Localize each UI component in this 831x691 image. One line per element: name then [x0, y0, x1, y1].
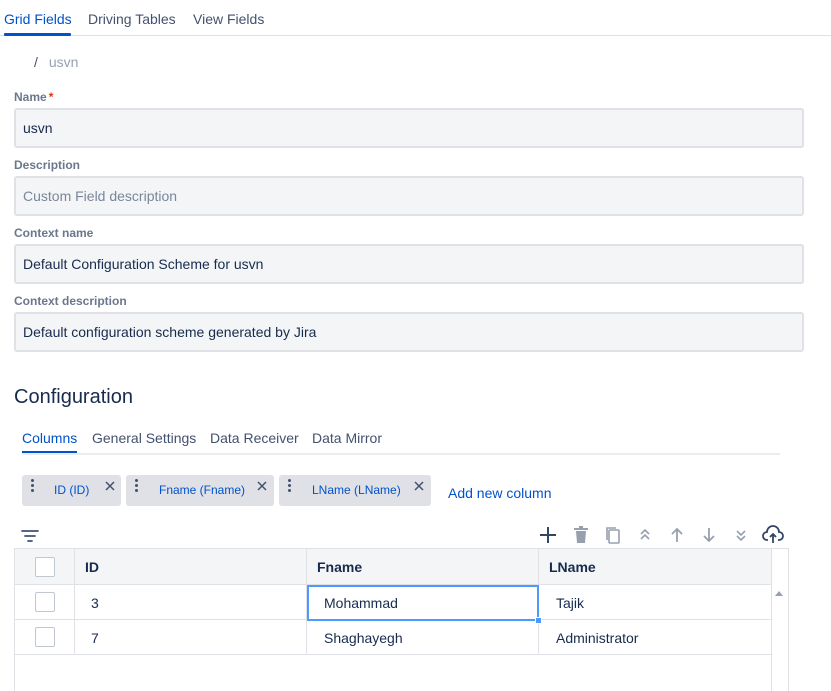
delete-icon[interactable] — [571, 525, 591, 545]
context-name-input[interactable]: Default Configuration Scheme for usvn — [14, 244, 804, 284]
active-tab-indicator — [4, 33, 71, 36]
data-grid: ID Fname LName 3 Mohammad Tajik 7 Shagha… — [14, 548, 789, 691]
tab-general-settings[interactable]: General Settings — [92, 430, 196, 446]
name-label-text: Name — [14, 90, 47, 104]
scroll-up-arrow-icon[interactable] — [775, 591, 783, 596]
description-input[interactable]: Custom Field description — [14, 176, 804, 216]
move-bottom-icon[interactable] — [731, 525, 751, 545]
fill-handle[interactable] — [535, 617, 542, 624]
tab-driving-tables[interactable]: Driving Tables — [88, 11, 176, 27]
copy-icon[interactable] — [603, 525, 623, 545]
table-row[interactable]: 7 Shaghayegh Administrator — [15, 620, 771, 655]
select-all-checkbox[interactable] — [35, 557, 55, 577]
context-description-input[interactable]: Default configuration scheme generated b… — [14, 312, 804, 352]
context-name-label: Context name — [14, 226, 93, 240]
column-header-id[interactable]: ID — [85, 559, 99, 575]
tab-columns[interactable]: Columns — [22, 430, 77, 446]
drag-handle-icon[interactable] — [288, 479, 292, 493]
row-checkbox[interactable] — [35, 627, 55, 647]
active-subtab-indicator — [22, 451, 77, 453]
move-top-icon[interactable] — [635, 525, 655, 545]
tab-data-mirror[interactable]: Data Mirror — [312, 430, 382, 446]
column-chip-label: Fname (Fname) — [159, 483, 245, 497]
column-header-lname[interactable]: LName — [549, 559, 596, 575]
add-new-column-button[interactable]: Add new column — [448, 485, 552, 501]
column-chip-lname[interactable]: LName (LName) — [279, 475, 431, 506]
cell-lname[interactable]: Tajik — [556, 595, 584, 611]
upload-icon[interactable] — [762, 525, 784, 545]
name-input[interactable]: usvn — [14, 108, 804, 148]
move-up-icon[interactable] — [667, 525, 687, 545]
column-chip-fname[interactable]: Fname (Fname) — [126, 475, 274, 506]
configuration-tabs: Columns General Settings Data Receiver D… — [22, 430, 780, 455]
breadcrumb-current: usvn — [49, 54, 79, 70]
drag-handle-icon[interactable] — [135, 479, 139, 493]
column-header-fname[interactable]: Fname — [317, 559, 362, 575]
configuration-title: Configuration — [14, 386, 133, 409]
cell-id[interactable]: 3 — [91, 595, 99, 611]
column-chip-id[interactable]: ID (ID) — [22, 475, 121, 506]
column-divider — [74, 549, 75, 655]
column-chip-label: ID (ID) — [54, 483, 89, 497]
tab-grid-fields[interactable]: Grid Fields — [4, 11, 72, 27]
name-label: Name* — [14, 90, 53, 104]
tab-view-fields[interactable]: View Fields — [193, 11, 264, 27]
tab-data-receiver[interactable]: Data Receiver — [210, 430, 299, 446]
required-mark: * — [49, 90, 54, 104]
cell-fname[interactable]: Shaghayegh — [324, 630, 403, 646]
close-icon[interactable] — [103, 479, 117, 493]
cell-lname[interactable]: Administrator — [556, 630, 638, 646]
selected-cell-outline — [307, 585, 539, 621]
scrollbar-divider — [771, 549, 772, 691]
context-description-label: Context description — [14, 294, 127, 308]
drag-handle-icon[interactable] — [31, 479, 35, 493]
description-label: Description — [14, 158, 80, 172]
close-icon[interactable] — [255, 479, 269, 493]
breadcrumb-separator: / — [34, 54, 38, 70]
move-down-icon[interactable] — [699, 525, 719, 545]
filter-icon[interactable] — [20, 526, 40, 546]
table-header: ID Fname LName — [15, 549, 771, 585]
column-chip-label: LName (LName) — [312, 483, 401, 497]
breadcrumb: / usvn — [34, 54, 78, 70]
add-icon[interactable] — [538, 525, 558, 545]
close-icon[interactable] — [412, 479, 426, 493]
row-checkbox[interactable] — [35, 592, 55, 612]
cell-id[interactable]: 7 — [91, 630, 99, 646]
top-tabs: Grid Fields Driving Tables View Fields — [0, 0, 831, 36]
